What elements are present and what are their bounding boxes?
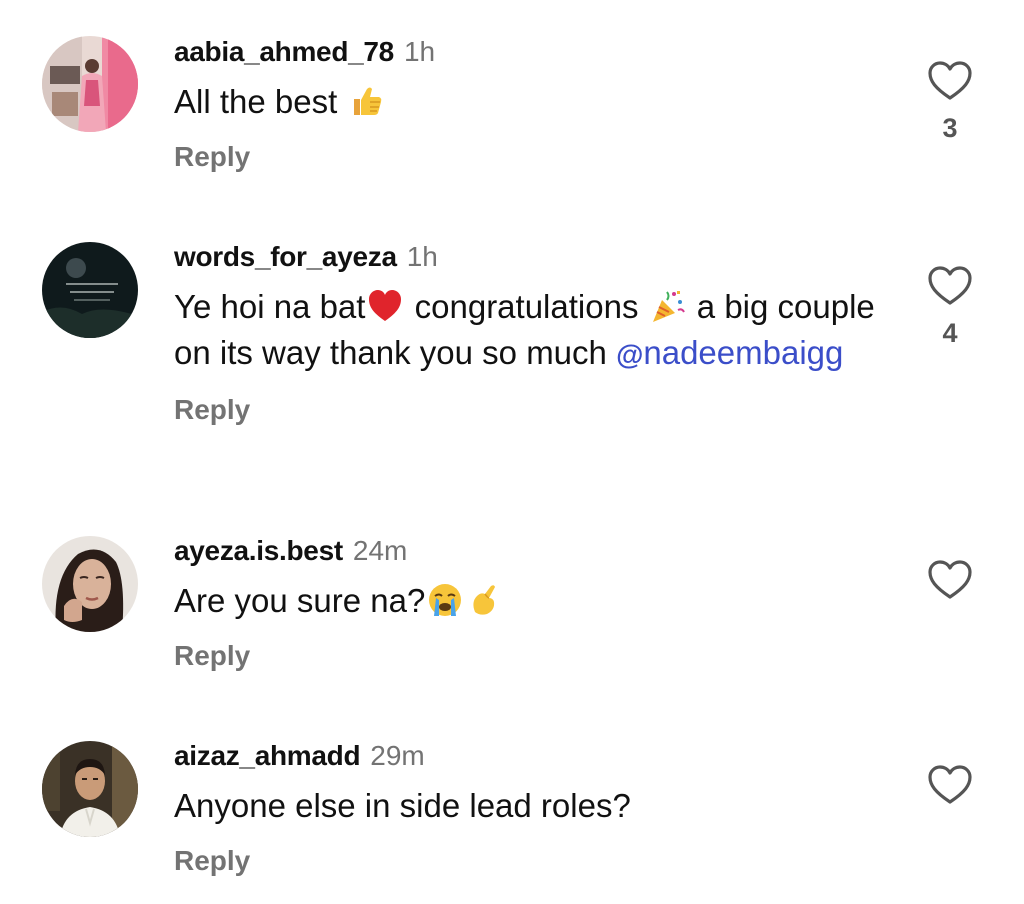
comment-body: words_for_ayeza 1h Ye hoi na bat congratu… bbox=[174, 239, 894, 428]
avatar-image bbox=[42, 36, 138, 132]
timestamp: 1h bbox=[406, 241, 438, 272]
avatar-image bbox=[42, 741, 138, 837]
avatar-image bbox=[42, 536, 138, 632]
comment-body: aabia_ahmed_78 1h All the best Reply bbox=[174, 34, 894, 175]
username[interactable]: words_for_ayeza bbox=[174, 241, 397, 272]
username[interactable]: aizaz_ahmadd bbox=[174, 740, 361, 771]
like-area bbox=[924, 764, 976, 816]
comment-text-part: congratulations bbox=[405, 288, 648, 325]
heart-icon[interactable] bbox=[927, 764, 973, 806]
comment-body: ayeza.is.best 24m Are you sure na? Reply bbox=[174, 533, 894, 674]
like-area: 4 bbox=[924, 265, 976, 349]
comment-text: Are you sure na? bbox=[174, 578, 894, 624]
comment-meta: words_for_ayeza 1h bbox=[174, 239, 894, 275]
thumbs-up-emoji-icon bbox=[348, 83, 384, 119]
comment-meta: ayeza.is.best 24m bbox=[174, 533, 894, 569]
timestamp: 24m bbox=[352, 535, 408, 566]
like-area: 3 bbox=[924, 60, 976, 144]
comment-text-part: Anyone else in side lead roles? bbox=[174, 787, 631, 824]
username[interactable]: ayeza.is.best bbox=[174, 535, 343, 566]
loudly-crying-face-emoji-icon bbox=[427, 582, 463, 618]
mention-link[interactable]: @nadeembaigg bbox=[616, 334, 843, 371]
timestamp: 1h bbox=[403, 36, 436, 67]
mention-username: nadeembaigg bbox=[643, 334, 844, 371]
party-popper-emoji-icon bbox=[650, 288, 686, 324]
reply-button[interactable]: Reply bbox=[174, 392, 250, 428]
avatar[interactable] bbox=[42, 536, 138, 632]
like-area bbox=[924, 559, 976, 611]
comments-list: aabia_ahmed_78 1h All the best Reply 3 w… bbox=[0, 0, 1024, 904]
heart-icon[interactable] bbox=[927, 60, 973, 102]
reply-button[interactable]: Reply bbox=[174, 843, 250, 879]
comment-text-part: All the best bbox=[174, 83, 347, 120]
heart-icon[interactable] bbox=[927, 559, 973, 601]
at-sign-icon: @ bbox=[616, 339, 644, 370]
avatar[interactable] bbox=[42, 36, 138, 132]
like-count: 3 bbox=[942, 113, 958, 143]
comment-body: aizaz_ahmadd 29m Anyone else in side lead… bbox=[174, 738, 894, 879]
red-heart-emoji-icon bbox=[367, 288, 403, 324]
pinching-hand-emoji-icon bbox=[467, 582, 503, 618]
comment-meta: aizaz_ahmadd 29m bbox=[174, 738, 894, 774]
comment-text: Anyone else in side lead roles? bbox=[174, 783, 894, 829]
comment-meta: aabia_ahmed_78 1h bbox=[174, 34, 894, 70]
heart-icon[interactable] bbox=[927, 265, 973, 307]
like-count: 4 bbox=[942, 318, 958, 348]
avatar-image bbox=[42, 242, 138, 338]
reply-button[interactable]: Reply bbox=[174, 139, 250, 175]
reply-button[interactable]: Reply bbox=[174, 638, 250, 674]
avatar[interactable] bbox=[42, 242, 138, 338]
comment-text: Ye hoi na bat congratulations a big coup… bbox=[174, 284, 894, 378]
comment-text-part: Are you sure na? bbox=[174, 582, 426, 619]
comment-text-part: Ye hoi na bat bbox=[174, 288, 366, 325]
username[interactable]: aabia_ahmed_78 bbox=[174, 36, 394, 67]
comment-text: All the best bbox=[174, 79, 894, 125]
timestamp: 29m bbox=[370, 740, 425, 771]
avatar[interactable] bbox=[42, 741, 138, 837]
